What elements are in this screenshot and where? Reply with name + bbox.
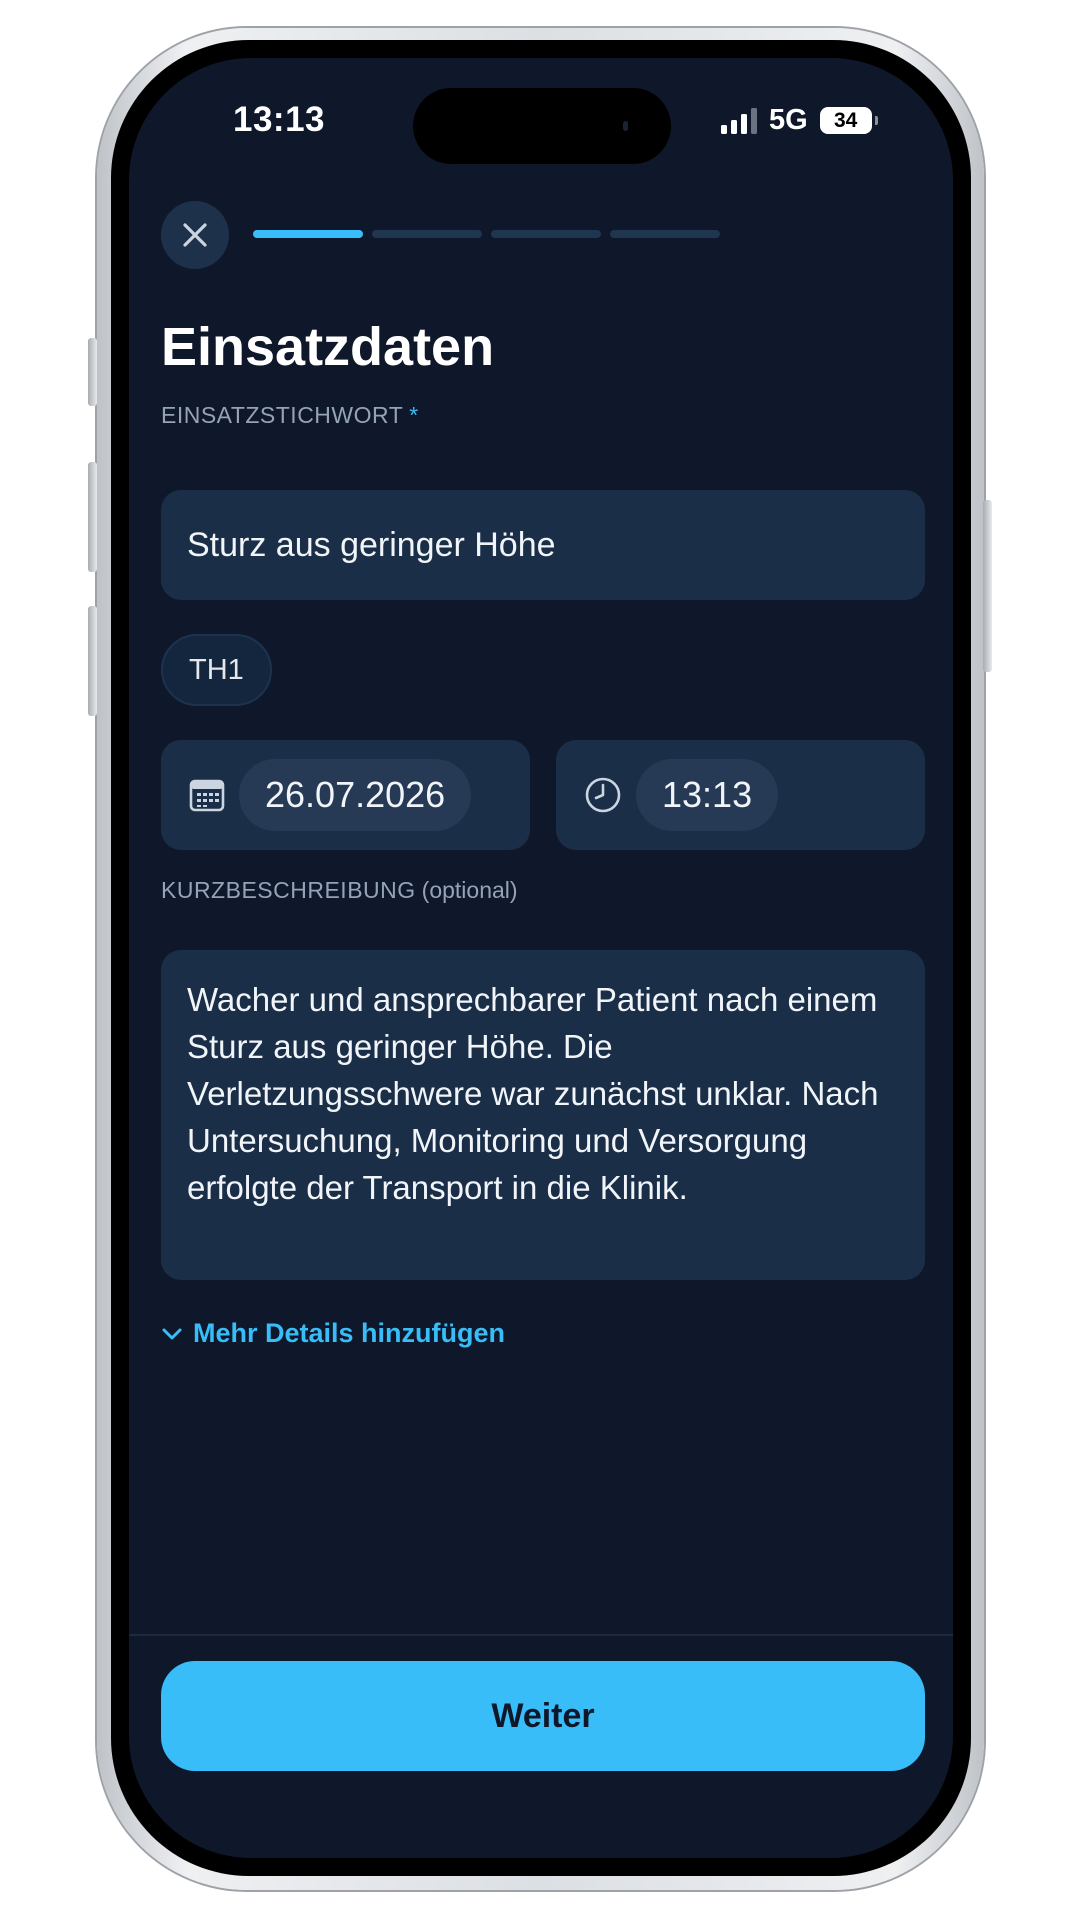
continue-label: Weiter — [491, 1696, 595, 1735]
status-time: 13:13 — [233, 100, 326, 139]
side-button-action — [88, 338, 97, 406]
page-title: Einsatzdaten — [161, 317, 495, 377]
time-field[interactable]: 13:13 — [556, 740, 925, 850]
date-pill[interactable]: 26.07.2026 — [239, 759, 472, 831]
date-field[interactable]: 26.07.2026 — [161, 740, 530, 850]
keyword-value: Sturz aus geringer Höhe — [187, 525, 556, 564]
calendar-icon — [189, 779, 225, 812]
keyword-label-row: EINSATZSTICHWORT * — [161, 402, 419, 429]
dynamic-island — [413, 88, 671, 164]
side-button-volume-up — [88, 462, 97, 572]
status-indicators: 5G 34 — [721, 104, 878, 137]
date-value: 26.07.2026 — [265, 774, 446, 815]
description-label: KURZBESCHREIBUNG — [161, 877, 416, 903]
close-button[interactable] — [161, 201, 229, 269]
keyword-code: TH1 — [189, 653, 244, 686]
side-button-volume-down — [88, 606, 97, 716]
close-icon — [183, 223, 207, 247]
progress-segment — [610, 230, 720, 238]
clock-icon — [585, 777, 621, 813]
footer-divider — [129, 1634, 953, 1636]
required-marker: * — [409, 402, 419, 428]
progress-segment — [372, 230, 482, 238]
battery-icon: 34 — [819, 107, 878, 134]
camera-dot — [623, 121, 628, 131]
battery-level: 34 — [834, 108, 858, 132]
app-screen: 13:13 5G 34 Einsatzdaten EINSATZSTICHWOR… — [129, 58, 953, 1858]
more-details-label: Mehr Details hinzufügen — [193, 1318, 506, 1348]
side-button-power — [983, 500, 992, 672]
progress-segment — [491, 230, 601, 238]
progress-segment — [253, 230, 363, 238]
keyword-code-chip: TH1 — [161, 634, 272, 706]
description-value: Wacher und ansprechbarer Patient nach ei… — [187, 981, 879, 1206]
description-textarea[interactable]: Wacher und ansprechbarer Patient nach ei… — [161, 950, 925, 1280]
optional-marker: (optional) — [421, 877, 518, 903]
time-value: 13:13 — [662, 774, 753, 815]
more-details-link[interactable]: Mehr Details hinzufügen — [161, 1318, 505, 1349]
signal-icon — [721, 107, 757, 134]
chevron-down-icon — [162, 1328, 182, 1339]
step-progress — [253, 230, 720, 238]
time-pill[interactable]: 13:13 — [636, 759, 779, 831]
continue-button[interactable]: Weiter — [161, 1661, 925, 1771]
keyword-input[interactable]: Sturz aus geringer Höhe — [161, 490, 925, 600]
description-label-row: KURZBESCHREIBUNG (optional) — [161, 877, 518, 904]
keyword-label: EINSATZSTICHWORT — [161, 402, 404, 428]
network-type: 5G — [769, 104, 808, 136]
